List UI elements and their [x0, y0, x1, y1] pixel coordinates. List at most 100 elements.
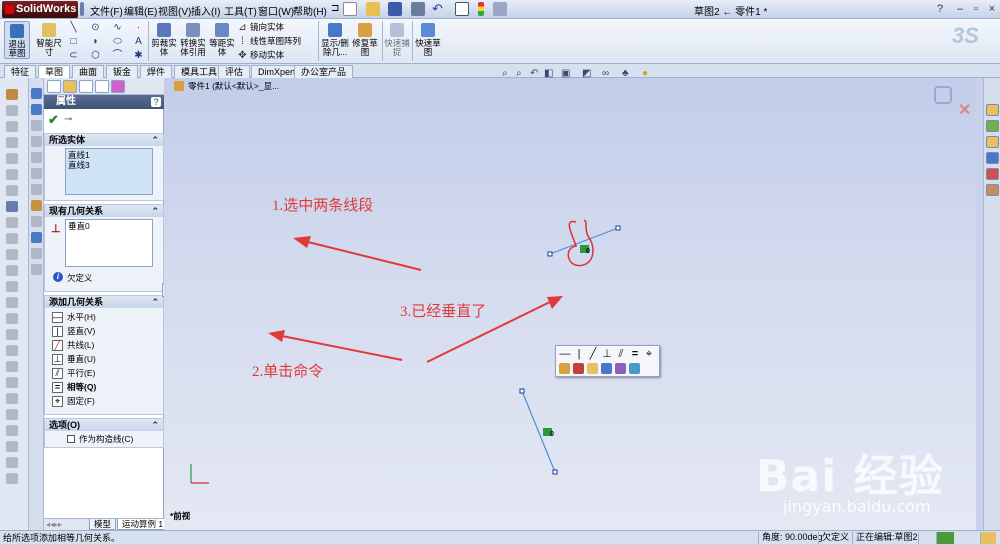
- options-icon[interactable]: [493, 2, 507, 16]
- mirror-feature-icon[interactable]: [6, 297, 18, 308]
- menu-insert[interactable]: 插入(I): [191, 3, 220, 18]
- close-button[interactable]: ×: [985, 2, 999, 16]
- circle-tool-icon[interactable]: [31, 152, 42, 163]
- tab-features[interactable]: 特征: [4, 65, 37, 78]
- quick-snaps-button[interactable]: 快速捕捉: [384, 21, 410, 59]
- print-icon[interactable]: [411, 2, 425, 16]
- ctx-appearance-icon[interactable]: [615, 363, 626, 374]
- restore-button[interactable]: ▫: [969, 2, 983, 16]
- rebuild-icon[interactable]: [478, 2, 484, 16]
- selected-entities-list[interactable]: 直线1 直线3: [65, 148, 153, 195]
- scale-icon[interactable]: [6, 377, 18, 388]
- options-header[interactable]: 选项(O) ⌃: [45, 419, 163, 431]
- slot-icon[interactable]: ⊂: [68, 50, 79, 61]
- ok-check-icon[interactable]: ✔: [48, 112, 59, 128]
- help-status-icon[interactable]: [936, 532, 954, 544]
- fillet-icon[interactable]: ⌒: [112, 50, 123, 61]
- extrude-icon[interactable]: [6, 89, 18, 100]
- ctx-construction-icon[interactable]: [559, 363, 570, 374]
- offset-entities-button[interactable]: 等距实体: [208, 21, 236, 59]
- curves-icon[interactable]: [6, 329, 18, 340]
- ctx-parallel-icon[interactable]: ⫽: [615, 348, 627, 360]
- configuration-tab-icon[interactable]: [79, 80, 93, 93]
- smart-dimension-button[interactable]: 智能尺寸: [36, 21, 62, 59]
- point-icon[interactable]: ·: [133, 22, 144, 33]
- fillet-feature-icon[interactable]: [6, 185, 18, 196]
- sketch-icon[interactable]: [31, 88, 42, 99]
- selected-entities-header[interactable]: 所选实体 ⌃: [45, 134, 163, 146]
- dimxpert-tab-icon[interactable]: [95, 80, 109, 93]
- open-file-icon[interactable]: [366, 2, 380, 16]
- tab-sheet-metal[interactable]: 钣金: [106, 65, 139, 78]
- show-delete-relations-button[interactable]: 显示/删除几...: [320, 21, 350, 59]
- file-explorer-icon[interactable]: [986, 136, 999, 148]
- design-library-icon[interactable]: [986, 120, 999, 132]
- split-icon[interactable]: [6, 393, 18, 404]
- menu-file[interactable]: 文件(F): [90, 3, 123, 18]
- boundary-icon[interactable]: [6, 153, 18, 164]
- convert-entities-button[interactable]: 转换实体引用: [179, 21, 207, 59]
- cut-icon[interactable]: [6, 169, 18, 180]
- help-icon[interactable]: ?: [933, 2, 947, 16]
- menu-help[interactable]: 帮助(H): [293, 3, 327, 18]
- rectangle-icon[interactable]: □: [68, 36, 79, 47]
- existing-relations-header[interactable]: 现有几何关系 ⌃: [45, 205, 163, 217]
- menu-edit[interactable]: 编辑(E): [124, 3, 157, 18]
- ctx-dimension-icon[interactable]: [573, 363, 584, 374]
- equal-relation-button[interactable]: = 相等(Q): [52, 381, 96, 394]
- property-manager-tab-icon[interactable]: [63, 80, 77, 93]
- move-body-icon[interactable]: [6, 441, 18, 452]
- instant3d-icon[interactable]: [6, 345, 18, 356]
- plane-icon[interactable]: ✱: [133, 50, 144, 61]
- loft-icon[interactable]: [6, 137, 18, 148]
- parallel-relation-button[interactable]: ⫽ 平行(E): [52, 367, 95, 380]
- dome-icon[interactable]: [6, 281, 18, 292]
- solidworks-logo[interactable]: SolidWorks: [2, 1, 78, 18]
- spline-tool-icon[interactable]: [31, 184, 42, 195]
- revolve-icon[interactable]: [6, 105, 18, 116]
- rapid-sketch-button[interactable]: 快速草图: [414, 21, 442, 59]
- tab-mold-tools[interactable]: 模具工具: [174, 65, 225, 78]
- sweep-icon[interactable]: [6, 121, 18, 132]
- tab-sketch[interactable]: 草图: [38, 65, 71, 78]
- list-item[interactable]: 直线3: [68, 160, 150, 170]
- display-tab-icon[interactable]: [111, 80, 125, 93]
- 3d-sketch-icon[interactable]: [31, 104, 42, 115]
- menu-tools[interactable]: 工具(T): [224, 3, 257, 18]
- tab-surfaces[interactable]: 曲面: [72, 65, 105, 78]
- combine-icon[interactable]: [6, 409, 18, 420]
- spline-icon[interactable]: ∿: [112, 22, 123, 33]
- repair-sketch-button[interactable]: 修复草图: [352, 21, 378, 59]
- offset-tool-icon[interactable]: [31, 248, 42, 259]
- ctx-properties-icon[interactable]: [629, 363, 640, 374]
- polygon-icon[interactable]: ⬡: [90, 50, 101, 61]
- circle-icon[interactable]: ⊙: [90, 22, 101, 33]
- mirror-tool-icon[interactable]: [31, 264, 42, 275]
- rebuild-status-icon[interactable]: [918, 532, 934, 544]
- ctx-collinear-icon[interactable]: ╱: [587, 348, 599, 360]
- trim-button[interactable]: 剪裁实体: [150, 21, 178, 59]
- trim-tool-icon[interactable]: [31, 216, 42, 227]
- wrap-icon[interactable]: [6, 265, 18, 276]
- appearances-icon[interactable]: [986, 168, 999, 180]
- tab-scroll-arrows[interactable]: ◂◂▸▸: [46, 520, 62, 529]
- line-tool-icon[interactable]: [31, 120, 42, 131]
- select-icon[interactable]: [455, 2, 469, 16]
- arc-icon[interactable]: ◗: [90, 36, 101, 47]
- text-icon[interactable]: A: [133, 36, 144, 47]
- ctx-perpendicular-icon[interactable]: ⊥: [601, 348, 613, 360]
- tab-weldments[interactable]: 焊件: [140, 65, 173, 78]
- save-icon[interactable]: [388, 2, 402, 16]
- tab-evaluate[interactable]: 评估: [218, 65, 251, 78]
- reference-geometry-icon[interactable]: [6, 313, 18, 324]
- line-icon[interactable]: ╲: [68, 22, 79, 33]
- expand-icon[interactable]: [980, 532, 996, 544]
- ellipse-icon[interactable]: ⬭: [112, 36, 123, 47]
- tab-office-products[interactable]: 办公室产品: [294, 65, 354, 78]
- add-relations-header[interactable]: 添加几何关系 ⌃: [45, 296, 163, 308]
- ctx-horizontal-icon[interactable]: —: [559, 348, 571, 360]
- existing-relations-list[interactable]: 垂直0: [65, 219, 153, 267]
- hole-wizard-icon[interactable]: [6, 361, 18, 372]
- new-file-icon[interactable]: [343, 2, 357, 16]
- arc-tool-icon[interactable]: [31, 168, 42, 179]
